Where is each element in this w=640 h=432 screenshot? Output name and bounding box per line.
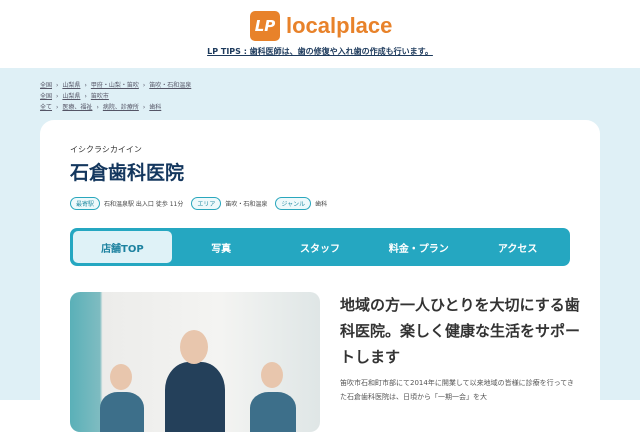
tab-top[interactable]: 店舗TOP — [73, 231, 172, 263]
breadcrumbs: 全国 › 山梨県 › 甲府・山梨・笛吹 › 笛吹・石和温泉 全国 › 山梨県 › 笛吹市 全て › 医療… — [40, 80, 191, 113]
breadcrumb-row: 全国 › 山梨県 › 甲府・山梨・笛吹 › 笛吹・石和温泉 — [40, 82, 192, 89]
breadcrumb-row: 全国 › 山梨県 › 笛吹市 — [40, 93, 109, 100]
staff-head — [180, 330, 208, 364]
staff-figure — [165, 362, 225, 432]
clinic-tags: 最寄駅 石和温泉駅 出入口 徒歩 11分 エリア 笛吹・石和温泉 ジャンル 歯科 — [70, 197, 331, 210]
logo-text: localplace — [286, 13, 393, 38]
logo[interactable]: LP localplace — [250, 11, 392, 41]
breadcrumb-link[interactable]: 山梨県 — [62, 93, 80, 100]
staff-head — [110, 364, 132, 390]
breadcrumb-link[interactable]: 全国 — [40, 93, 52, 100]
tab-staff[interactable]: スタッフ — [271, 231, 370, 263]
tag-value: 石和温泉駅 出入口 徒歩 11分 — [104, 201, 184, 208]
staff-head — [261, 362, 283, 388]
breadcrumb-row: 全て › 医療、福祉 › 病院、診療所 › 歯科 — [40, 104, 162, 111]
staff-figure — [250, 392, 296, 432]
breadcrumb-link[interactable]: 病院、診療所 — [103, 104, 139, 111]
breadcrumb-link[interactable]: 全国 — [40, 82, 52, 89]
clinic-photo — [70, 292, 320, 432]
breadcrumb-link[interactable]: 甲府・山梨・笛吹 — [91, 82, 139, 89]
clinic-name: 石倉歯科医院 — [70, 162, 185, 184]
breadcrumb-link[interactable]: 笛吹・石和温泉 — [149, 82, 191, 89]
tag-value: 笛吹・石和温泉 — [225, 201, 268, 208]
breadcrumb-link[interactable]: 歯科 — [149, 104, 161, 111]
breadcrumb-link[interactable]: 医療、福祉 — [62, 104, 92, 111]
clinic-kana: イシクラシカイイン — [70, 145, 142, 154]
tag-station: 最寄駅 — [70, 197, 101, 210]
clinic-nav: 店舗TOP 写真 スタッフ 料金・プラン アクセス — [70, 228, 570, 266]
breadcrumb-link[interactable]: 山梨県 — [62, 82, 80, 89]
tab-pricing[interactable]: 料金・プラン — [369, 231, 468, 263]
breadcrumb-link[interactable]: 笛吹市 — [91, 93, 109, 100]
headline: 地域の方一人ひとりを大切にする歯科医院。楽しく健康な生活をサポートします — [340, 296, 581, 366]
site-header: LP localplace LP TIPS : 歯科医師は、歯の修復や入れ歯の作… — [0, 0, 640, 68]
clinic-card: イシクラシカイイン 石倉歯科医院 最寄駅 石和温泉駅 出入口 徒歩 11分 エリア… — [40, 120, 600, 432]
staff-figure — [100, 392, 144, 432]
logo-mark: LP — [250, 11, 280, 41]
tab-access[interactable]: アクセス — [468, 231, 567, 263]
main-area: 全国 › 山梨県 › 甲府・山梨・笛吹 › 笛吹・石和温泉 全国 › 山梨県 › 笛吹市 全て › 医療… — [0, 68, 640, 432]
tips-link[interactable]: LP TIPS : 歯科医師は、歯の修復や入れ歯の作成も行います。 — [0, 46, 640, 57]
tab-photos[interactable]: 写真 — [172, 231, 271, 263]
tag-area: エリア — [191, 197, 222, 210]
tag-value: 歯科 — [315, 201, 328, 208]
breadcrumb-link[interactable]: 全て — [40, 104, 52, 111]
tag-genre: ジャンル — [275, 197, 312, 210]
